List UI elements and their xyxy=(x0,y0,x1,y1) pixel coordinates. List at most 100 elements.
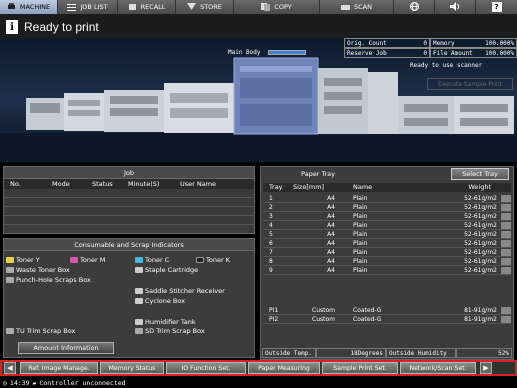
toner-c-indicator: Toner C xyxy=(135,256,169,264)
tray-row[interactable]: 9 A4 Plain 52-61g/m2 xyxy=(263,266,511,275)
cyclone-indicator: Cyclone Box xyxy=(135,297,185,305)
reserve-job: Reserve Job 0 xyxy=(344,48,430,58)
volume-button[interactable] xyxy=(435,0,476,14)
tray-row[interactable]: PI2 Custom Coated-G 81-91g/m2 xyxy=(263,315,511,324)
tab-scan[interactable]: SCAN xyxy=(320,0,394,14)
tray-row[interactable]: 8 A4 Plain 52-61g/m2 xyxy=(263,257,511,266)
outside-humidity-value: 52% xyxy=(456,348,512,358)
waste-toner-icon xyxy=(6,267,14,273)
help-button[interactable]: ? xyxy=(476,0,517,14)
tray-cell-tray: 7 xyxy=(269,248,273,256)
paper-level-icon xyxy=(501,194,511,202)
tray-cell-size: A4 xyxy=(327,248,335,256)
waste-toner-indicator: Waste Toner Box xyxy=(6,266,70,274)
tray-cell-name: Plain xyxy=(353,239,368,247)
paper-level-icon xyxy=(501,315,511,323)
tray-cell-name: Plain xyxy=(353,194,368,202)
store-icon xyxy=(187,3,197,11)
staple-indicator: Staple Cartridge xyxy=(135,266,198,274)
tray-cell-tray: 9 xyxy=(269,266,273,274)
tray-cell-name: Coated-G xyxy=(353,306,382,314)
tray-cell-tray: 6 xyxy=(269,239,273,247)
list-icon xyxy=(67,3,77,11)
paper-level-icon xyxy=(501,230,511,238)
scroll-left-button[interactable]: ◀ xyxy=(4,362,16,374)
function-bar: ◀ Ref. Image Manage. Memory Status IO Fu… xyxy=(0,360,517,376)
tray-row[interactable]: 7 A4 Plain 52-61g/m2 xyxy=(263,248,511,257)
footer-status: ◷ 14:39 ▰ Controller unconnected xyxy=(0,377,517,388)
job-title: Job xyxy=(4,167,254,179)
job-panel: Job No. Mode Status Minute(S) User Name xyxy=(3,166,255,234)
copy-icon xyxy=(261,3,271,11)
language-button[interactable] xyxy=(394,0,435,14)
tray-row[interactable]: PI1 Custom Coated-G 81-91g/m2 xyxy=(263,306,511,315)
tray-header-row: Tray Size[mm] Name Weight xyxy=(263,183,511,192)
tray-cell-size: A4 xyxy=(327,212,335,220)
paper-level-icon xyxy=(501,306,511,314)
io-function-set-button[interactable]: IO Function Set. xyxy=(166,362,246,374)
network-scan-set-button[interactable]: Network/Scan Set. xyxy=(400,362,476,374)
tab-store[interactable]: STORE xyxy=(176,0,234,14)
tray-cell-size: Custom xyxy=(312,315,335,323)
tray-cell-weight: 52-61g/m2 xyxy=(464,257,497,265)
toner-k-icon xyxy=(196,257,204,263)
punch-icon xyxy=(6,277,14,283)
orig-count: Orig. Count 0 xyxy=(344,38,430,48)
paper-level-icon xyxy=(501,212,511,220)
outside-humidity-label: Outside Humidity xyxy=(386,348,456,358)
tray-row[interactable]: 5 A4 Plain 52-61g/m2 xyxy=(263,230,511,239)
clock-icon: ◷ xyxy=(3,378,7,387)
tray-cell-size: A4 xyxy=(327,266,335,274)
tray-row[interactable]: 4 A4 Plain 52-61g/m2 xyxy=(263,221,511,230)
execute-sample-print-button[interactable]: Execute Sample Print xyxy=(427,78,513,90)
info-icon: i xyxy=(6,20,18,34)
job-row[interactable] xyxy=(4,189,254,198)
help-icon: ? xyxy=(491,2,502,12)
tray-row[interactable]: 2 A4 Plain 52-61g/m2 xyxy=(263,203,511,212)
sample-print-set-button[interactable]: Sample Print Set. xyxy=(322,362,398,374)
tray-cell-name: Plain xyxy=(353,257,368,265)
job-row[interactable] xyxy=(4,207,254,216)
amount-information-button[interactable]: Amount Information xyxy=(18,342,114,354)
tray-cell-size: Custom xyxy=(312,306,335,314)
job-row[interactable] xyxy=(4,198,254,207)
tab-machine[interactable]: MACHINE xyxy=(0,0,58,14)
saddle-icon xyxy=(135,288,143,294)
paper-tray-panel: Paper Tray Select Tray Tray Size[mm] Nam… xyxy=(260,166,514,360)
memory-status-button[interactable]: Memory Status xyxy=(100,362,164,374)
tab-copy[interactable]: COPY xyxy=(234,0,320,14)
tray-cell-tray: 5 xyxy=(269,230,273,238)
globe-icon xyxy=(409,1,419,13)
job-row[interactable] xyxy=(4,216,254,225)
staple-icon xyxy=(135,267,143,273)
cyclone-icon xyxy=(135,298,143,304)
consumables-title: Consumable and Scrap Indicators xyxy=(4,239,254,251)
paper-measuring-button[interactable]: Paper Measuring xyxy=(248,362,320,374)
tray-cell-tray: 1 xyxy=(269,194,273,202)
tray-cell-size: A4 xyxy=(327,230,335,238)
tray-row[interactable]: 1 A4 Plain 52-61g/m2 xyxy=(263,194,511,203)
tray-cell-size: A4 xyxy=(327,221,335,229)
humidifier-icon xyxy=(135,319,143,325)
tab-job-list[interactable]: JOB LIST xyxy=(58,0,118,14)
humidifier-indicator: Humidifier Tank xyxy=(135,318,196,326)
tray-cell-tray: 4 xyxy=(269,221,273,229)
tray-cell-weight: 81-91g/m2 xyxy=(464,315,497,323)
tab-recall[interactable]: RECALL xyxy=(118,0,176,14)
ref-image-manage-button[interactable]: Ref. Image Manage. xyxy=(20,362,98,374)
counters-panel: Orig. Count 0 Memory 100.000% Reserve Jo… xyxy=(344,38,517,60)
tray-cell-tray: 3 xyxy=(269,212,273,220)
tray-cell-name: Plain xyxy=(353,248,368,256)
outside-temp-value: 18Degrees xyxy=(316,348,386,358)
tray-cell-weight: 52-61g/m2 xyxy=(464,266,497,274)
main-body-label: Main Body xyxy=(228,49,261,56)
tray-cell-size: A4 xyxy=(327,257,335,265)
scroll-right-button[interactable]: ▶ xyxy=(480,362,492,374)
select-tray-button[interactable]: Select Tray xyxy=(451,168,509,180)
tray-cell-name: Plain xyxy=(353,203,368,211)
tray-row[interactable]: 3 A4 Plain 52-61g/m2 xyxy=(263,212,511,221)
top-tab-bar: MACHINE JOB LIST RECALL STORE COPY SCAN … xyxy=(0,0,517,14)
toner-c-icon xyxy=(135,257,143,263)
tray-cell-weight: 81-91g/m2 xyxy=(464,306,497,314)
tray-row[interactable]: 6 A4 Plain 52-61g/m2 xyxy=(263,239,511,248)
